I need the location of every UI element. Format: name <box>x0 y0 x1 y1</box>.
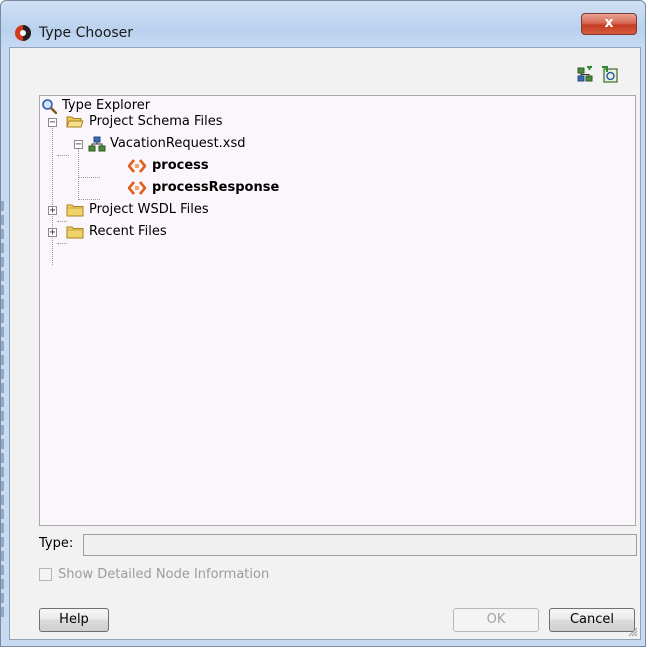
tree-item-label: Project Schema Files <box>89 114 223 129</box>
close-icon: x <box>604 15 614 31</box>
element-icon <box>128 181 146 195</box>
title-bar[interactable]: Type Chooser x <box>1 1 645 41</box>
type-label: Type: <box>39 536 74 551</box>
tree-item-label: VacationRequest.xsd <box>110 136 246 151</box>
tree-item-label: Recent Files <box>89 224 167 239</box>
tree-item-label: processResponse <box>152 180 280 195</box>
tree-item-vacationrequest-xsd[interactable]: − VacationRequest.xsd <box>40 134 635 154</box>
folder-open-icon <box>66 116 84 128</box>
ok-button[interactable]: OK <box>453 608 539 632</box>
cancel-button[interactable]: Cancel <box>549 608 635 632</box>
window-title: Type Chooser <box>39 25 134 41</box>
expand-icon[interactable]: + <box>48 206 57 216</box>
collapse-icon[interactable]: − <box>74 140 83 150</box>
tree-item-project-wsdl-files[interactable]: + Project WSDL Files <box>40 200 635 220</box>
tree-guide-line <box>57 243 67 244</box>
resize-grip-icon[interactable] <box>626 625 638 637</box>
tree-item-recent-files[interactable]: + Recent Files <box>40 222 635 242</box>
folder-icon <box>66 226 84 239</box>
tree-item-project-schema-files[interactable]: − Project Schema Files <box>40 112 635 132</box>
tree-item-processresponse[interactable]: processResponse <box>40 178 635 198</box>
collapse-icon[interactable]: − <box>48 118 57 128</box>
element-icon <box>128 159 146 173</box>
type-chooser-dialog: Type Chooser x Type Explorer − Project S… <box>0 0 646 647</box>
type-field[interactable] <box>83 534 637 556</box>
show-detailed-checkbox[interactable] <box>39 568 52 581</box>
help-button[interactable]: Help <box>39 608 109 632</box>
tree-item-process[interactable]: process <box>40 156 635 176</box>
import-wsdl-icon[interactable] <box>601 66 619 84</box>
close-button[interactable]: x <box>581 13 637 35</box>
tree-item-label: process <box>152 158 209 173</box>
schema-icon <box>88 136 106 152</box>
dialog-body: Type Explorer − Project Schema Files − V… <box>9 47 641 640</box>
window-edge <box>1 201 4 621</box>
folder-icon <box>66 204 84 217</box>
show-detailed-label: Show Detailed Node Information <box>58 567 270 582</box>
schema-add-icon[interactable] <box>576 66 594 84</box>
expand-icon[interactable]: + <box>48 228 57 238</box>
app-icon <box>15 25 31 41</box>
type-explorer-tree[interactable]: Type Explorer − Project Schema Files − V… <box>39 95 636 526</box>
tree-item-label: Project WSDL Files <box>89 202 209 217</box>
